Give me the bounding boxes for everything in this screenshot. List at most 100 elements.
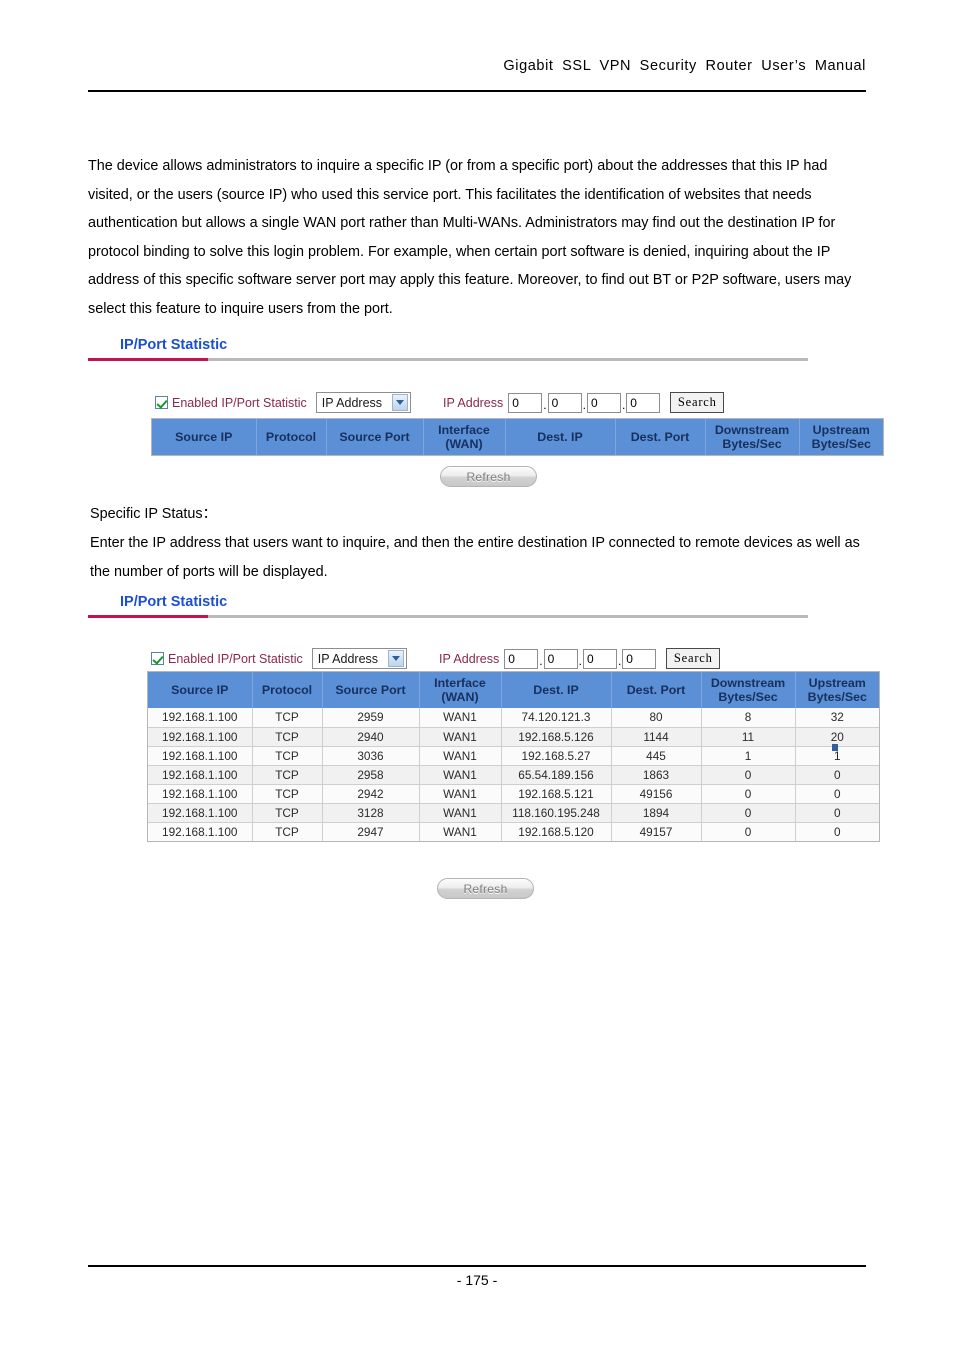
cell-downstream: 11 xyxy=(701,727,796,747)
cell-interface: WAN1 xyxy=(419,803,502,823)
cell-dest-port: 49156 xyxy=(611,784,702,804)
col-label-2: Bytes/Sec xyxy=(718,690,778,704)
intro-paragraph: The device allows administrators to inqu… xyxy=(88,158,852,317)
col-label: Dest. Port xyxy=(626,683,686,697)
enabled-checkbox-1[interactable] xyxy=(155,396,168,409)
cell-dest-port: 1894 xyxy=(611,803,702,823)
cell-source-ip: 192.168.1.100 xyxy=(148,803,253,823)
table-header-row: Source IP Protocol Source Port Interface… xyxy=(148,672,879,708)
col-downstream-bytes-sec: Downstream Bytes/Sec xyxy=(705,419,800,455)
cell-interface: WAN1 xyxy=(419,822,502,841)
mode-select-1[interactable]: IP Address xyxy=(315,392,412,413)
col-label: Downstream xyxy=(714,423,790,437)
section-underline-2 xyxy=(88,615,808,618)
cell-source-port: 2958 xyxy=(322,765,420,785)
page-number: - 175 - xyxy=(456,1272,498,1288)
cell-interface: WAN1 xyxy=(419,784,502,804)
cell-dest-ip: 192.168.5.126 xyxy=(501,727,612,747)
col-label-2: (WAN) xyxy=(441,690,479,704)
table-row: 192.168.1.100 TCP 2958 WAN1 65.54.189.156 186… xyxy=(148,765,879,785)
cell-downstream: 0 xyxy=(701,765,796,785)
col-label: Dest. IP xyxy=(537,430,583,444)
cell-protocol: TCP xyxy=(252,746,323,766)
ip-octet-2-4[interactable]: 0 xyxy=(622,648,657,669)
cell-upstream: 0 xyxy=(795,765,879,785)
col-interface-wan: Interface (WAN) xyxy=(419,672,502,708)
table-header-row: Source IP Protocol Source Port Interface… xyxy=(152,419,883,455)
table-body-2: 192.168.1.100 TCP 2959 WAN1 74.120.121.3 80 8 3… xyxy=(148,708,879,841)
col-protocol: Protocol xyxy=(252,672,323,708)
enabled-label-1: Enabled IP/Port Statistic xyxy=(172,395,307,410)
cell-upstream: 32 xyxy=(795,708,879,728)
cell-downstream: 0 xyxy=(701,784,796,804)
col-label: Upstream xyxy=(812,423,870,437)
ip-octet-2-2[interactable]: 0 xyxy=(543,648,578,669)
col-label: Source Port xyxy=(339,430,410,444)
cell-interface: WAN1 xyxy=(419,708,502,728)
cell-dest-ip: 192.168.5.27 xyxy=(501,746,612,766)
section-ip-port-statistic-1: IP/Port Statistic xyxy=(88,336,808,361)
cell-protocol: TCP xyxy=(252,708,323,728)
ip-octet-1-2[interactable]: 0 xyxy=(547,392,582,413)
cell-source-ip: 192.168.1.100 xyxy=(148,822,253,841)
enabled-checkbox-2[interactable] xyxy=(151,652,164,665)
col-label: Upstream xyxy=(808,676,866,690)
table-row: 192.168.1.100 TCP 3128 WAN1 118.160.195.248 1… xyxy=(148,803,879,823)
col-label-2: (WAN) xyxy=(445,437,483,451)
section-ip-port-statistic-2: IP/Port Statistic xyxy=(88,593,808,618)
col-label: Source Port xyxy=(335,683,406,697)
col-label-2: Bytes/Sec xyxy=(807,690,867,704)
cell-source-ip: 192.168.1.100 xyxy=(148,784,253,804)
cell-dest-port: 445 xyxy=(611,746,702,766)
table-row: 192.168.1.100 TCP 3036 WAN1 192.168.5.27 445 1… xyxy=(148,746,879,766)
col-dest-ip: Dest. IP xyxy=(505,419,616,455)
cell-interface: WAN1 xyxy=(419,746,502,766)
mode-select-2[interactable]: IP Address xyxy=(311,648,408,669)
mode-select-value-2: IP Address xyxy=(317,651,379,666)
section-title-2: IP/Port Statistic xyxy=(120,594,228,610)
cell-protocol: TCP xyxy=(252,822,323,841)
cell-source-ip: 192.168.1.100 xyxy=(148,727,253,747)
ip-octet-2-3[interactable]: 0 xyxy=(582,648,617,669)
ip-octet-1-1[interactable]: 0 xyxy=(508,392,543,413)
table-row: 192.168.1.100 TCP 2942 WAN1 192.168.5.121 491… xyxy=(148,784,879,804)
col-downstream-bytes-sec: Downstream Bytes/Sec xyxy=(701,672,796,708)
cell-downstream: 0 xyxy=(701,803,796,823)
ip-address-label-2: IP Address xyxy=(439,651,500,666)
search-button-2[interactable]: Search xyxy=(666,648,721,669)
specific-ip-status-heading: Specific IP Status： xyxy=(90,506,217,522)
cell-protocol: TCP xyxy=(252,727,323,747)
col-upstream-bytes-sec: Upstream Bytes/Sec xyxy=(799,419,883,455)
col-label: Interface xyxy=(434,676,486,690)
refresh-button-1[interactable]: Refresh xyxy=(440,466,537,487)
cell-source-port: 2959 xyxy=(322,708,420,728)
ip-octet-1-4[interactable]: 0 xyxy=(626,392,661,413)
cell-source-port: 2942 xyxy=(322,784,420,804)
cell-dest-ip: 65.54.189.156 xyxy=(501,765,612,785)
col-label: Source IP xyxy=(175,430,233,444)
col-source-ip: Source IP xyxy=(152,419,257,455)
col-label: Protocol xyxy=(261,683,313,697)
cell-source-port: 2940 xyxy=(322,727,420,747)
col-label: Protocol xyxy=(265,430,317,444)
col-label: Source IP xyxy=(171,683,229,697)
ip-octet-2-1[interactable]: 0 xyxy=(504,648,539,669)
chevron-down-icon[interactable] xyxy=(388,650,405,667)
col-label: Interface xyxy=(438,423,490,437)
page-header: Gigabit SSL VPN Security Router User’s M… xyxy=(88,58,866,74)
refresh-button-2[interactable]: Refresh xyxy=(437,878,534,899)
col-dest-ip: Dest. IP xyxy=(501,672,612,708)
control-bar-1: Enabled IP/Port Statistic IP Address IP … xyxy=(155,392,725,413)
scroll-artifact xyxy=(832,744,838,751)
chevron-down-icon[interactable] xyxy=(392,394,409,411)
cell-dest-port: 1144 xyxy=(611,727,702,747)
col-dest-port: Dest. Port xyxy=(615,419,706,455)
footer-divider xyxy=(88,1265,866,1267)
table-row: 192.168.1.100 TCP 2959 WAN1 74.120.121.3 80 8 3… xyxy=(148,708,879,728)
col-source-port: Source Port xyxy=(322,672,420,708)
ip-port-statistic-table-2: Source IP Protocol Source Port Interface… xyxy=(148,672,879,841)
cell-source-port: 3036 xyxy=(322,746,420,766)
cell-protocol: TCP xyxy=(252,784,323,804)
search-button-1[interactable]: Search xyxy=(670,392,725,413)
ip-octet-1-3[interactable]: 0 xyxy=(586,392,621,413)
